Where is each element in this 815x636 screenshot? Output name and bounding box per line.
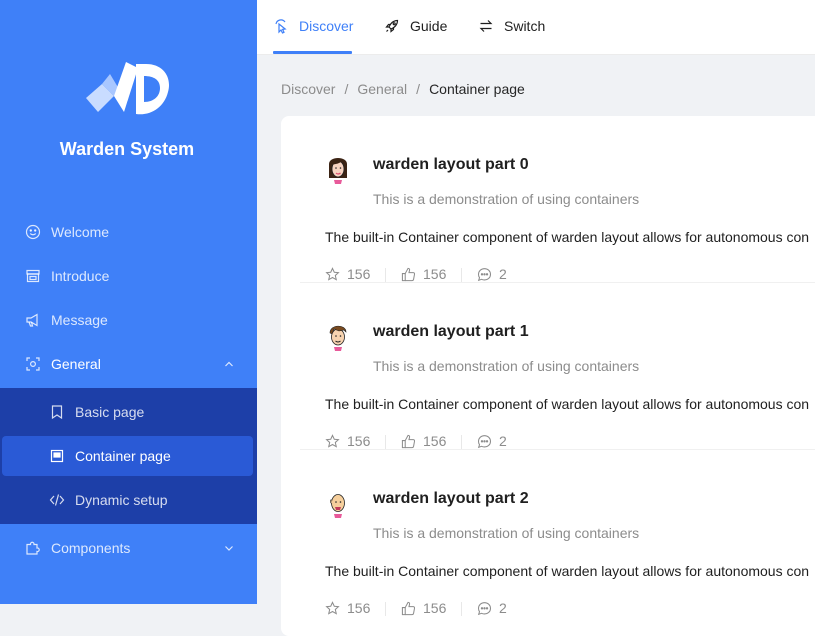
tab-switch[interactable]: Switch bbox=[478, 0, 548, 54]
article-body: The built-in Container component of ward… bbox=[325, 563, 810, 579]
rocket-icon bbox=[385, 19, 399, 33]
star-icon bbox=[325, 434, 340, 448]
sidebar-item-introduce[interactable]: Introduce bbox=[0, 254, 257, 298]
list-item: warden layout part 1 This is a demonstra… bbox=[300, 283, 815, 450]
comment-count: 2 bbox=[499, 600, 507, 616]
breadcrumb: Discover / General / Container page bbox=[281, 81, 525, 98]
comment-icon bbox=[477, 435, 492, 449]
brand-name: Warden System bbox=[59, 139, 195, 159]
star-count: 156 bbox=[347, 600, 371, 616]
article-description: This is a demonstration of using contain… bbox=[373, 525, 640, 541]
pointer-icon bbox=[275, 19, 287, 34]
tab-label: Switch bbox=[504, 18, 546, 34]
submenu-item-label: Basic page bbox=[75, 404, 145, 420]
tab-label: Guide bbox=[410, 18, 448, 34]
notification-icon bbox=[26, 313, 38, 327]
breadcrumb-current: Container page bbox=[429, 81, 525, 97]
star-count: 156 bbox=[347, 266, 371, 282]
puzzle-icon bbox=[26, 541, 40, 555]
action-divider bbox=[461, 435, 462, 449]
article-body: The built-in Container component of ward… bbox=[325, 396, 810, 412]
warden-logo bbox=[86, 62, 170, 115]
avatar-bald-icon bbox=[330, 494, 345, 518]
comment-count: 2 bbox=[499, 266, 507, 282]
shop-icon bbox=[26, 269, 40, 283]
swap-icon bbox=[479, 20, 493, 32]
avatar-man-icon bbox=[329, 325, 347, 351]
avatar-woman-icon bbox=[329, 158, 347, 184]
sidebar-item-label: Introduce bbox=[51, 268, 110, 284]
star-icon bbox=[325, 267, 340, 281]
breadcrumb-separator: / bbox=[416, 81, 421, 97]
comment-icon bbox=[477, 602, 492, 616]
action-divider bbox=[385, 435, 386, 449]
like-count: 156 bbox=[423, 433, 447, 449]
sidebar-item-container-page[interactable]: Container page bbox=[2, 436, 253, 476]
article-title[interactable]: warden layout part 2 bbox=[373, 490, 529, 508]
sidebar-item-label: Components bbox=[51, 540, 131, 556]
breadcrumb-item[interactable]: Discover bbox=[281, 81, 335, 97]
like-icon bbox=[401, 601, 416, 616]
like-count: 156 bbox=[423, 266, 447, 282]
tab-label: Discover bbox=[299, 18, 354, 34]
content-card: warden layout part 0 This is a demonstra… bbox=[281, 116, 815, 636]
chevron-up-icon bbox=[225, 361, 233, 367]
sidebar-item-label: Welcome bbox=[51, 224, 110, 240]
action-divider bbox=[461, 268, 462, 282]
star-icon bbox=[325, 601, 340, 615]
like-icon bbox=[401, 267, 416, 282]
action-divider bbox=[461, 602, 462, 616]
smile-icon bbox=[25, 224, 41, 240]
comment-icon bbox=[477, 268, 492, 282]
sidebar-item-general[interactable]: General bbox=[0, 342, 257, 386]
submenu-item-label: Dynamic setup bbox=[75, 492, 168, 508]
breadcrumb-item[interactable]: General bbox=[357, 81, 407, 97]
sidebar-item-dynamic-setup[interactable]: Dynamic setup bbox=[0, 480, 257, 520]
list-item: warden layout part 0 This is a demonstra… bbox=[300, 116, 815, 283]
like-count: 156 bbox=[423, 600, 447, 616]
tab-guide[interactable]: Guide bbox=[384, 0, 448, 54]
like-icon bbox=[401, 434, 416, 449]
tab-discover[interactable]: Discover bbox=[273, 0, 354, 54]
action-divider bbox=[385, 268, 386, 282]
sidebar-item-message[interactable]: Message bbox=[0, 298, 257, 342]
general-submenu: Basic page Container page Dynamic setup bbox=[0, 388, 257, 524]
list-item: warden layout part 2 This is a demonstra… bbox=[300, 450, 815, 617]
action-divider bbox=[385, 602, 386, 616]
sidebar: Warden System Welcome Introduce Message … bbox=[0, 0, 257, 604]
sidebar-item-welcome[interactable]: Welcome bbox=[0, 210, 257, 254]
sidebar-item-basic-page[interactable]: Basic page bbox=[0, 392, 257, 432]
article-title[interactable]: warden layout part 0 bbox=[373, 156, 529, 174]
article-title[interactable]: warden layout part 1 bbox=[373, 323, 529, 341]
article-body: The built-in Container component of ward… bbox=[325, 229, 810, 245]
container-icon bbox=[50, 449, 64, 463]
star-count: 156 bbox=[347, 433, 371, 449]
book-icon bbox=[51, 405, 63, 420]
sidebar-item-label: Message bbox=[51, 312, 108, 328]
active-tab-indicator bbox=[273, 51, 352, 54]
sidebar-item-components[interactable]: Components bbox=[0, 526, 257, 570]
sidebar-item-label: General bbox=[51, 356, 101, 372]
article-description: This is a demonstration of using contain… bbox=[373, 358, 640, 374]
comment-count: 2 bbox=[499, 433, 507, 449]
code-icon bbox=[49, 494, 65, 506]
chevron-down-icon bbox=[225, 546, 233, 551]
breadcrumb-separator: / bbox=[344, 81, 349, 97]
top-nav: Discover Guide Switch bbox=[257, 0, 815, 55]
submenu-item-label: Container page bbox=[75, 448, 171, 464]
article-description: This is a demonstration of using contain… bbox=[373, 191, 640, 207]
scan-icon bbox=[26, 357, 40, 371]
